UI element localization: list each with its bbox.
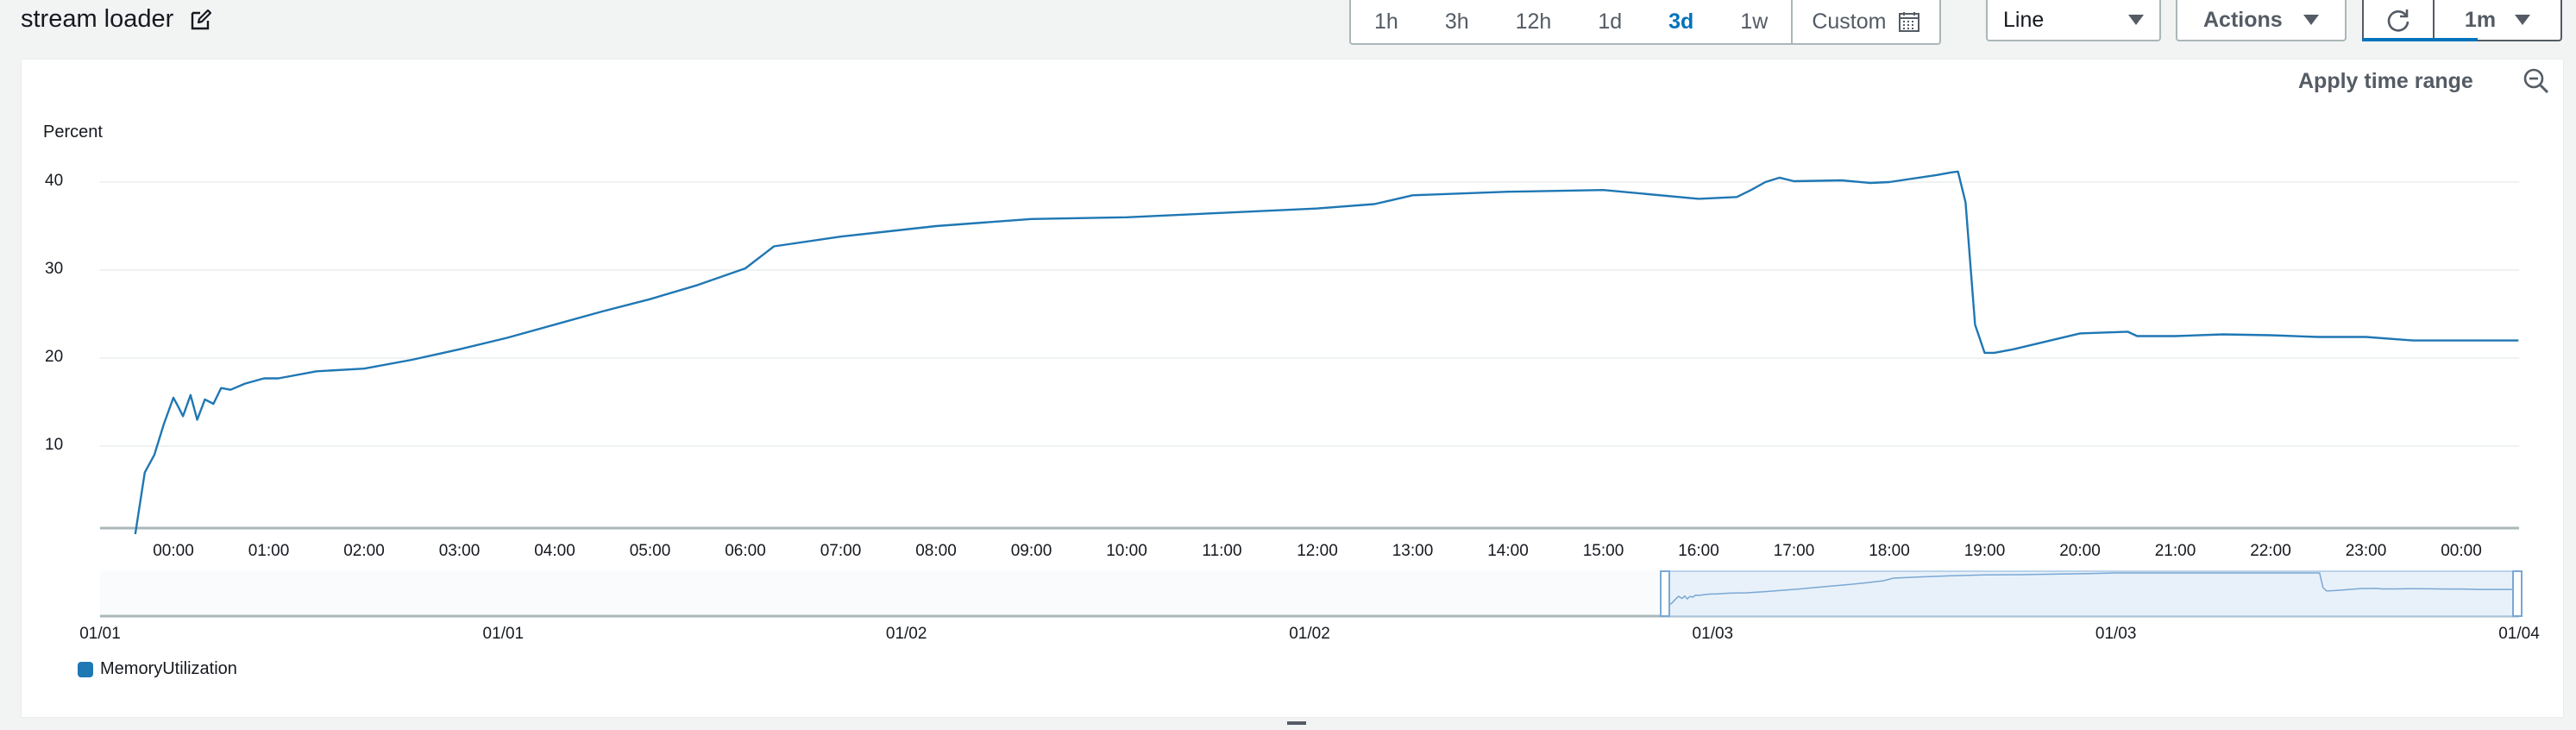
x-tick-label: 03:00 [438, 542, 481, 560]
x-tick-label: 08:00 [915, 542, 957, 560]
y-tick-label: 20 [45, 348, 64, 366]
x-tick-label: 20:00 [2059, 542, 2101, 560]
x-tick-label: 06:00 [725, 542, 766, 560]
x-tick-label: 23:00 [2345, 542, 2387, 560]
series-line-memoryutilization [134, 170, 2519, 535]
resize-handle[interactable] [1287, 721, 1306, 725]
legend-item[interactable]: MemoryUtilization [78, 659, 237, 679]
x-tick-label: 14:00 [1487, 542, 1529, 560]
legend-swatch [78, 661, 93, 677]
memory-line-chart[interactable] [0, 0, 2576, 730]
navigator-date-tick: 01/03 [1692, 625, 1734, 643]
x-tick-label: 13:00 [1392, 542, 1434, 560]
navigator-handle [2512, 570, 2523, 617]
x-tick-label: 17:00 [1773, 542, 1815, 560]
x-tick-label: 09:00 [1010, 542, 1052, 560]
y-tick-label: 10 [45, 436, 64, 454]
navigator-date-tick: 01/02 [1289, 625, 1330, 643]
x-tick-label: 19:00 [1963, 542, 2006, 560]
x-tick-label: 00:00 [153, 542, 194, 560]
x-tick-label: 16:00 [1678, 542, 1719, 560]
x-tick-label: 18:00 [1869, 542, 1910, 560]
y-tick-label: 40 [45, 172, 64, 190]
navigator-handle [1660, 570, 1670, 617]
navigator-date-tick: 01/01 [482, 625, 525, 643]
x-tick-label: 10:00 [1106, 542, 1147, 560]
x-tick-label: 21:00 [2154, 542, 2196, 560]
x-tick-label: 00:00 [2441, 542, 2482, 560]
x-tick-label: 01:00 [248, 542, 290, 560]
navigator-date-tick: 01/03 [2095, 625, 2137, 643]
y-tick-label: 30 [45, 260, 64, 278]
navigator-date-tick: 01/01 [79, 625, 121, 643]
x-tick-label: 22:00 [2250, 542, 2291, 560]
x-tick-label: 07:00 [820, 542, 862, 560]
navigator-selection [1664, 570, 2518, 617]
legend-label: MemoryUtilization [100, 659, 237, 678]
navigator-date-tick: 01/02 [885, 625, 927, 643]
x-tick-label: 11:00 [1202, 542, 1242, 560]
navigator-date-tick: 01/04 [2498, 625, 2540, 643]
x-tick-label: 04:00 [534, 542, 575, 560]
x-tick-label: 02:00 [343, 542, 385, 560]
x-tick-label: 15:00 [1582, 542, 1624, 560]
x-tick-label: 05:00 [629, 542, 671, 560]
x-tick-label: 12:00 [1297, 542, 1338, 560]
